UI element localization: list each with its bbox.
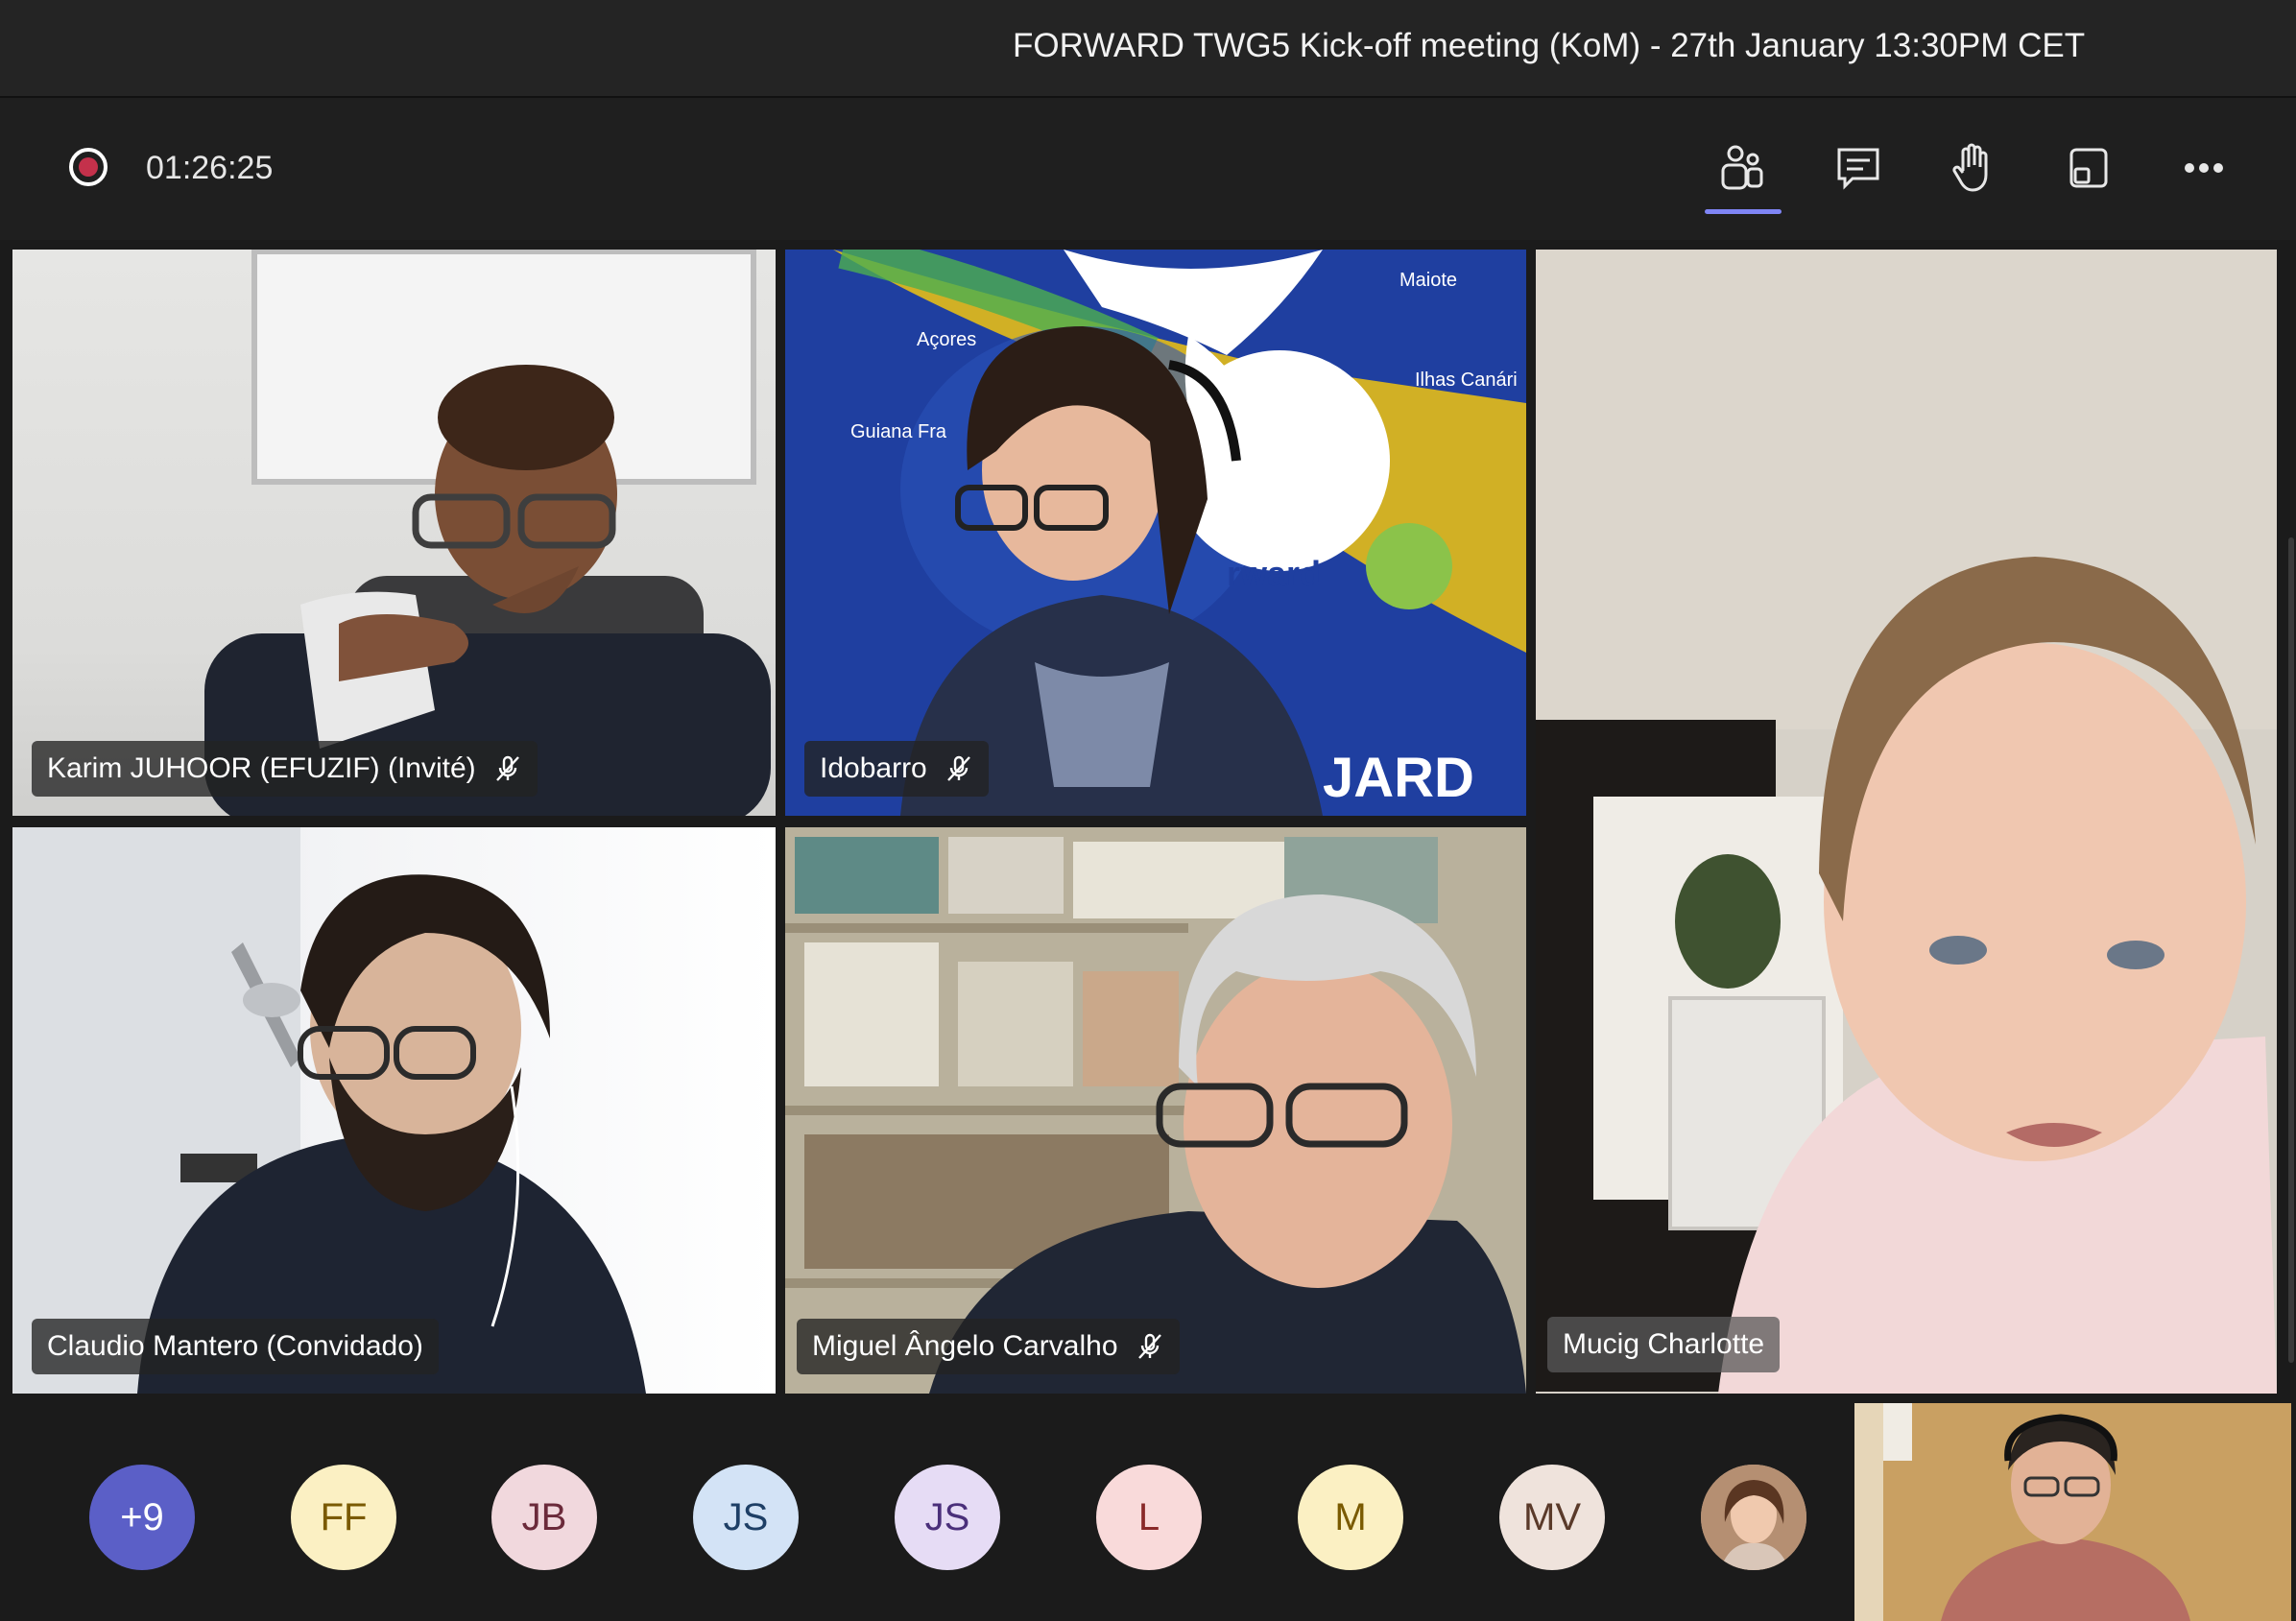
more-options-button[interactable]: [2170, 134, 2237, 202]
participant-name-tag: Idobarro: [804, 741, 989, 797]
map-label-acores: Açores: [917, 329, 976, 350]
participant-name: Karim JUHOOR (EFUZIF) (Invité): [47, 752, 476, 784]
avatar[interactable]: MV: [1499, 1465, 1605, 1570]
participant-name: Idobarro: [820, 752, 927, 784]
video-tile-mucig[interactable]: Mucig Charlotte: [1536, 250, 2277, 1394]
share-tray-button[interactable]: [2055, 134, 2122, 202]
avatar-initials: +9: [120, 1495, 164, 1538]
overflow-participants-button[interactable]: +9: [89, 1465, 195, 1570]
video-tile-miguel[interactable]: Miguel Ângelo Carvalho: [785, 827, 1526, 1394]
raise-hand-button[interactable]: [1940, 134, 2007, 202]
share-tray-icon: [2069, 148, 2108, 188]
avatar-initials: L: [1137, 1495, 1160, 1538]
video-feed-idobarro: Maiote Açores Ilhas Canári Guiana Fra rw…: [833, 250, 1526, 816]
more-options-icon: [2185, 163, 2223, 173]
logo-forward-text: rward: [1227, 554, 1321, 593]
chat-button[interactable]: [1825, 134, 1892, 202]
avatar-initials: MV: [1523, 1495, 1581, 1538]
raise-hand-icon: [1952, 143, 1988, 192]
avatar-initials: M: [1334, 1495, 1367, 1538]
mic-muted-icon: [1137, 1333, 1161, 1359]
video-feed-miguel: [785, 827, 1526, 1394]
participant-name-tag: Karim JUHOOR (EFUZIF) (Invité): [32, 741, 538, 797]
avatar[interactable]: JS: [693, 1465, 799, 1570]
participant-name-tag: Mucig Charlotte: [1547, 1317, 1781, 1372]
recording-indicator-icon: [69, 148, 108, 186]
participants-button[interactable]: [1710, 134, 1777, 202]
chat-icon: [1837, 148, 1879, 190]
meeting-title: FORWARD TWG5 Kick-off meeting (KoM) - 27…: [1013, 27, 2086, 64]
participants-active-indicator: [1705, 209, 1782, 214]
avatar-photo[interactable]: [1701, 1465, 1806, 1570]
video-feed-karim: [204, 250, 771, 816]
avatar-initials: FF: [320, 1495, 368, 1538]
avatar-initials: JS: [723, 1495, 769, 1538]
map-label-guiana: Guiana Fra: [850, 421, 947, 442]
logo-forward-banner: JARD: [1323, 747, 1474, 809]
mic-muted-icon: [946, 755, 970, 781]
video-tile-karim[interactable]: Karim JUHOOR (EFUZIF) (Invité): [12, 250, 776, 816]
avatar[interactable]: FF: [291, 1465, 396, 1570]
avatar-initials: JB: [521, 1495, 567, 1538]
map-label-maiote: Maiote: [1399, 270, 1457, 291]
participant-name: Miguel Ângelo Carvalho: [812, 1330, 1118, 1362]
avatar[interactable]: JS: [895, 1465, 1000, 1570]
participant-name: Mucig Charlotte: [1563, 1328, 1765, 1360]
mic-muted-icon: [495, 755, 519, 781]
map-label-canarias: Ilhas Canári: [1415, 369, 1518, 391]
avatar-photo-image: [1701, 1465, 1806, 1570]
meeting-timer: 01:26:25: [146, 150, 274, 186]
video-tile-idobarro[interactable]: Maiote Açores Ilhas Canári Guiana Fra rw…: [785, 250, 1526, 816]
avatar-initials: JS: [924, 1495, 970, 1538]
video-tile-claudio[interactable]: Claudio Mantero (Convidado): [12, 827, 776, 1394]
scrollbar[interactable]: [2288, 537, 2294, 1363]
people-icon: [1721, 145, 1763, 190]
title-bar: FORWARD TWG5 Kick-off meeting (KoM) - 27…: [0, 0, 2296, 98]
participant-name-tag: Claudio Mantero (Convidado): [32, 1319, 439, 1374]
avatar[interactable]: L: [1096, 1465, 1202, 1570]
avatar[interactable]: JB: [491, 1465, 597, 1570]
video-feed-mucig: [1536, 250, 2277, 1394]
avatar[interactable]: M: [1298, 1465, 1403, 1570]
video-feed-claudio: [12, 827, 646, 1394]
participant-name: Claudio Mantero (Convidado): [47, 1330, 423, 1362]
participant-name-tag: Miguel Ângelo Carvalho: [797, 1319, 1180, 1374]
self-view-video[interactable]: [1854, 1403, 2291, 1621]
self-view-feed: [1854, 1403, 2291, 1621]
